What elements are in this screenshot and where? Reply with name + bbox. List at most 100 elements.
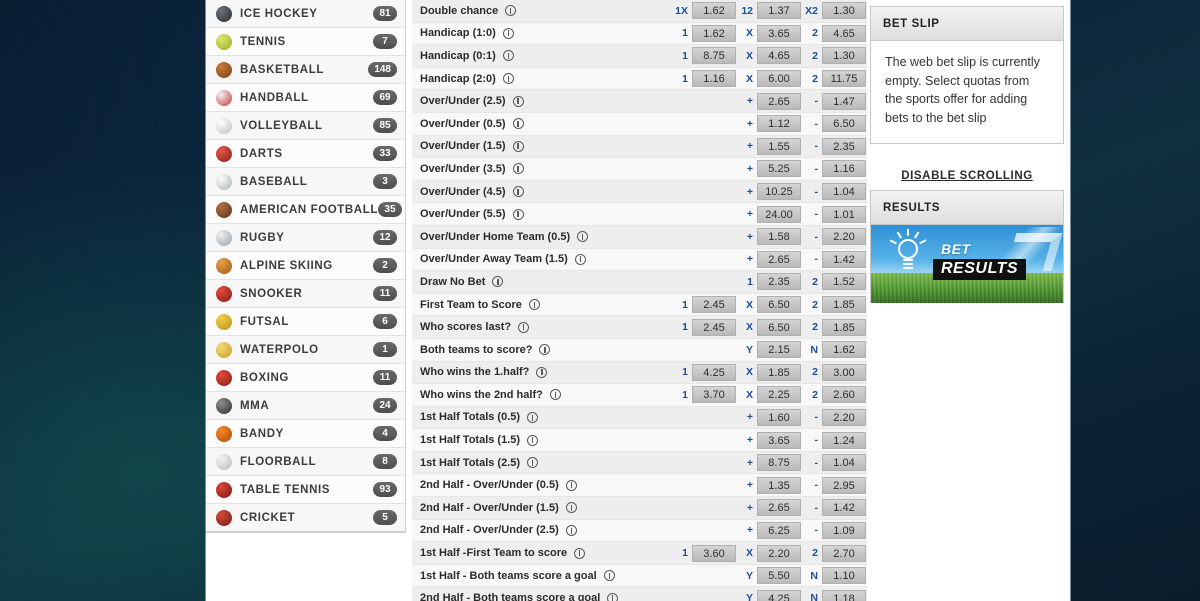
quote-button-1[interactable]: 3.70 [692,386,736,404]
quote-button-2[interactable]: 10.25 [757,183,801,201]
quote-button-2[interactable]: 2.65 [757,499,801,517]
pick-label-2[interactable]: + [737,457,757,469]
pick-label-3[interactable]: - [802,253,822,265]
pick-label-2[interactable]: + [737,434,757,446]
pick-label-3[interactable]: - [802,140,822,152]
sidebar-item-baseball[interactable]: BASEBALL 3 [206,168,405,196]
pick-label-3[interactable]: N [802,344,822,356]
pick-label-1[interactable]: 1 [672,366,692,378]
quote-button-2[interactable]: 1.37 [757,2,801,20]
sidebar-item-waterpolo[interactable]: WATERPOLO 1 [206,336,405,364]
pick-label-2[interactable]: + [737,479,757,491]
pick-label-1[interactable]: 1 [672,73,692,85]
quote-button-2[interactable]: 4.65 [757,47,801,65]
info-icon[interactable] [492,276,504,288]
info-icon[interactable] [574,547,586,559]
sidebar-item-ice-hockey[interactable]: ICE HOCKEY 81 [206,0,405,28]
info-icon[interactable] [527,434,539,446]
pick-label-3[interactable]: 2 [802,389,822,401]
quote-button-1[interactable]: 4.25 [692,363,736,381]
quote-button-1[interactable]: 1.16 [692,70,736,88]
quote-button-2[interactable]: 24.00 [757,205,801,223]
pick-label-2[interactable]: + [737,163,757,175]
pick-label-3[interactable]: 2 [802,73,822,85]
pick-label-2[interactable]: + [737,140,757,152]
info-icon[interactable] [512,118,524,130]
info-icon[interactable] [502,50,514,62]
sidebar-item-handball[interactable]: HANDBALL 69 [206,84,405,112]
pick-label-2[interactable]: X [737,366,757,378]
quote-button-3[interactable]: 1.62 [822,341,866,359]
info-icon[interactable] [603,570,615,582]
quote-button-2[interactable]: 3.65 [757,24,801,42]
pick-label-3[interactable]: X2 [802,5,822,17]
quote-button-2[interactable]: 2.35 [757,273,801,291]
sidebar-item-darts[interactable]: DARTS 33 [206,140,405,168]
disable-scrolling-link[interactable]: DISABLE SCROLLING [901,170,1033,182]
info-icon[interactable] [549,389,561,401]
quote-button-2[interactable]: 1.35 [757,476,801,494]
info-icon[interactable] [502,27,514,39]
sidebar-item-volleyball[interactable]: VOLLEYBALL 85 [206,112,405,140]
info-icon[interactable] [539,344,551,356]
pick-label-2[interactable]: + [737,186,757,198]
info-icon[interactable] [574,253,586,265]
quote-button-3[interactable]: 2.20 [822,228,866,246]
quote-button-1[interactable]: 8.75 [692,47,736,65]
pick-label-1[interactable]: 1 [672,547,692,559]
info-icon[interactable] [512,140,524,152]
quote-button-2[interactable]: 6.50 [757,296,801,314]
quote-button-2[interactable]: 5.50 [757,567,801,585]
quote-button-3[interactable]: 1.30 [822,47,866,65]
pick-label-1[interactable]: 1 [672,389,692,401]
pick-label-3[interactable]: - [802,186,822,198]
quote-button-2[interactable]: 5.25 [757,160,801,178]
quote-button-3[interactable]: 11.75 [822,70,866,88]
sidebar-item-floorball[interactable]: FLOORBALL 8 [206,448,405,476]
pick-label-2[interactable]: Y [737,570,757,582]
pick-label-3[interactable]: - [802,434,822,446]
quote-button-3[interactable]: 1.30 [822,2,866,20]
pick-label-2[interactable]: X [737,299,757,311]
bet-results-banner[interactable]: BET RESULTS [871,225,1063,303]
pick-label-2[interactable]: X [737,321,757,333]
sidebar-item-snooker[interactable]: SNOOKER 11 [206,280,405,308]
info-icon[interactable] [577,231,589,243]
info-icon[interactable] [512,208,524,220]
sidebar-item-rugby[interactable]: RUGBY 12 [206,224,405,252]
info-icon[interactable] [518,321,530,333]
quote-button-2[interactable]: 6.50 [757,318,801,336]
quote-button-2[interactable]: 6.25 [757,521,801,539]
quote-button-3[interactable]: 6.50 [822,115,866,133]
pick-label-1[interactable]: 1 [672,50,692,62]
pick-label-3[interactable]: - [802,208,822,220]
quote-button-3[interactable]: 1.85 [822,318,866,336]
info-icon[interactable] [527,457,539,469]
quote-button-3[interactable]: 1.42 [822,250,866,268]
pick-label-1[interactable]: 1 [672,27,692,39]
pick-label-1[interactable]: 1 [672,321,692,333]
quote-button-3[interactable]: 2.20 [822,408,866,426]
pick-label-3[interactable]: 2 [802,547,822,559]
info-icon[interactable] [502,73,514,85]
quote-button-2[interactable]: 2.25 [757,386,801,404]
quote-button-3[interactable]: 1.16 [822,160,866,178]
sidebar-item-basketball[interactable]: BASKETBALL 148 [206,56,405,84]
info-icon[interactable] [505,5,517,17]
quote-button-1[interactable]: 2.45 [692,296,736,314]
sidebar-item-tennis[interactable]: TENNIS 7 [206,28,405,56]
pick-label-3[interactable]: - [802,502,822,514]
pick-label-3[interactable]: - [802,411,822,423]
pick-label-3[interactable]: - [802,524,822,536]
quote-button-1[interactable]: 3.60 [692,544,736,562]
info-icon[interactable] [565,524,577,536]
quote-button-3[interactable]: 3.00 [822,363,866,381]
quote-button-3[interactable]: 1.18 [822,589,866,601]
pick-label-2[interactable]: + [737,118,757,130]
info-icon[interactable] [512,163,524,175]
pick-label-1[interactable]: 1 [672,299,692,311]
quote-button-2[interactable]: 8.75 [757,454,801,472]
info-icon[interactable] [528,299,540,311]
quote-button-1[interactable]: 1.62 [692,24,736,42]
pick-label-2[interactable]: + [737,208,757,220]
